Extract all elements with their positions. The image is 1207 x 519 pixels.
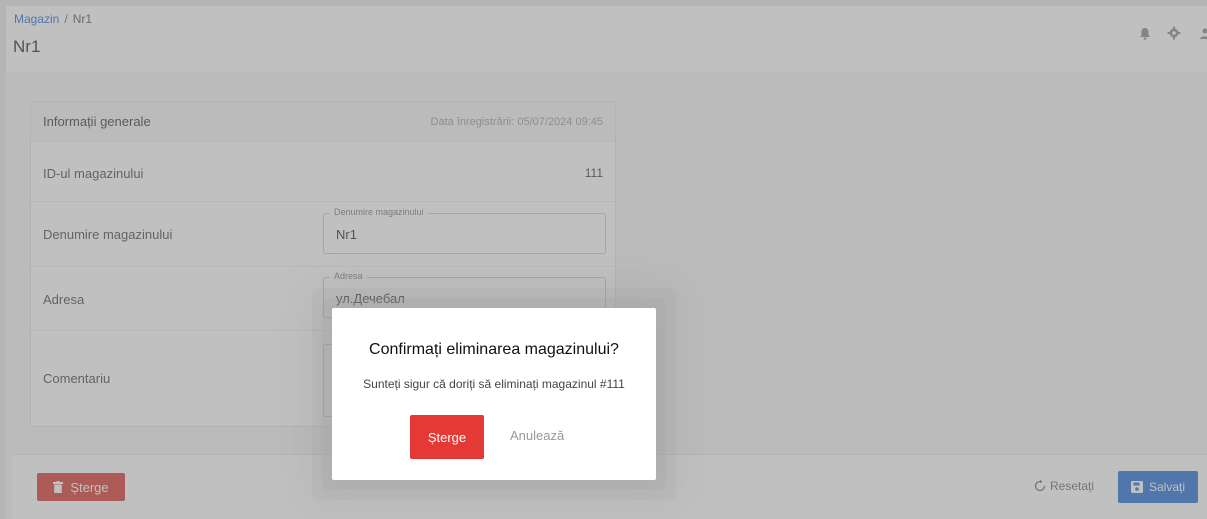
dialog-message: Sunteți sigur că doriți să eliminați mag…: [363, 377, 625, 391]
dialog-title: Confirmați eliminarea magazinului?: [369, 341, 619, 358]
confirm-delete-dialog: Confirmați eliminarea magazinului? Sunte…: [332, 308, 656, 480]
confirm-delete-button[interactable]: Șterge: [410, 415, 484, 459]
cancel-button[interactable]: Anulează: [510, 428, 564, 443]
